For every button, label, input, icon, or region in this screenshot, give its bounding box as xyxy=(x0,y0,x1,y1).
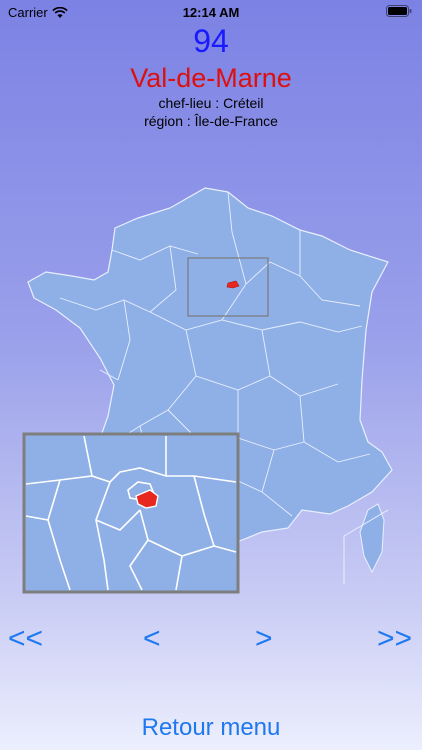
back-to-menu-button[interactable]: Retour menu xyxy=(0,714,422,742)
battery-icon xyxy=(386,5,412,17)
status-time: 12:14 AM xyxy=(182,5,240,20)
department-number: 94 xyxy=(193,23,229,59)
region-value: Île-de-France xyxy=(194,113,278,129)
chef-lieu-value: Créteil xyxy=(223,95,264,111)
department-name: Val-de-Marne xyxy=(130,63,292,93)
map-area xyxy=(0,180,422,600)
chef-lieu-label: chef-lieu : xyxy=(158,95,220,111)
inset-zoom-map xyxy=(22,432,240,594)
department-header: 94 Val-de-Marne chef-lieu : Créteil régi… xyxy=(0,22,422,130)
last-button[interactable]: >> xyxy=(377,622,412,656)
next-button[interactable]: > xyxy=(255,622,273,656)
status-right xyxy=(386,5,412,20)
previous-button[interactable]: < xyxy=(143,622,161,656)
region-label: région : xyxy=(144,113,191,129)
chef-lieu-line: chef-lieu : Créteil xyxy=(0,94,422,112)
france-map xyxy=(22,187,393,594)
first-button[interactable]: << xyxy=(8,622,43,656)
region-line: région : Île-de-France xyxy=(0,112,422,130)
status-bar: Carrier 12:14 AM xyxy=(0,0,422,24)
